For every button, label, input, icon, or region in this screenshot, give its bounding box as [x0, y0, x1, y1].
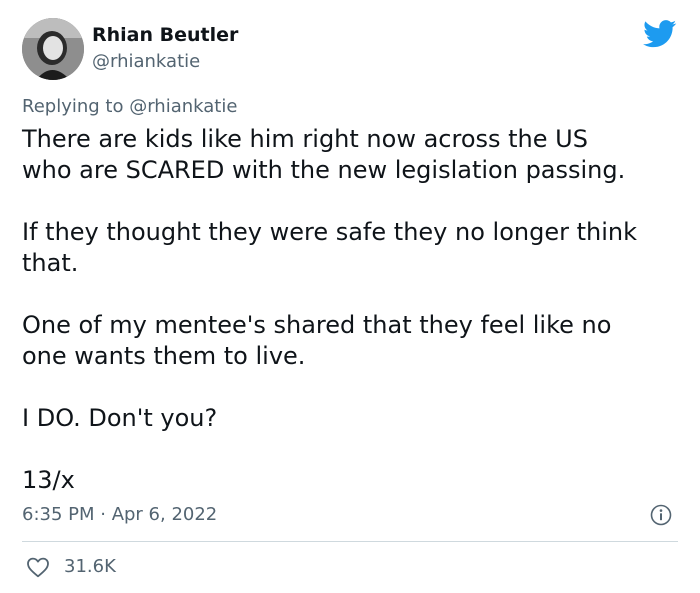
twitter-bird-icon[interactable]	[643, 20, 677, 48]
tweet-paragraph: There are kids like him right now across…	[22, 125, 626, 184]
replying-to-prefix: Replying to	[22, 96, 130, 117]
reply-mention-link[interactable]: @rhiankatie	[129, 96, 237, 117]
avatar[interactable]	[22, 18, 84, 80]
tweet-paragraph: If they thought they were safe they no l…	[22, 218, 637, 277]
info-icon[interactable]	[650, 504, 672, 526]
divider	[22, 541, 678, 542]
replying-to: Replying to @rhiankatie	[22, 96, 237, 118]
tweet-text: There are kids like him right now across…	[22, 124, 686, 527]
heart-icon[interactable]	[26, 556, 50, 578]
like-count: 31.6K	[64, 556, 116, 577]
tweet-paragraph: One of my mentee's shared that they feel…	[22, 311, 612, 370]
tweet-timestamp[interactable]: 6:35 PM · Apr 6, 2022	[22, 504, 217, 526]
tweet-paragraph: I DO. Don't you?	[22, 404, 218, 432]
tweet-paragraph: 13/x	[22, 466, 75, 494]
handle[interactable]: @rhiankatie	[92, 51, 200, 73]
avatar-photo	[22, 18, 84, 80]
display-name[interactable]: Rhian Beutler	[92, 24, 238, 46]
